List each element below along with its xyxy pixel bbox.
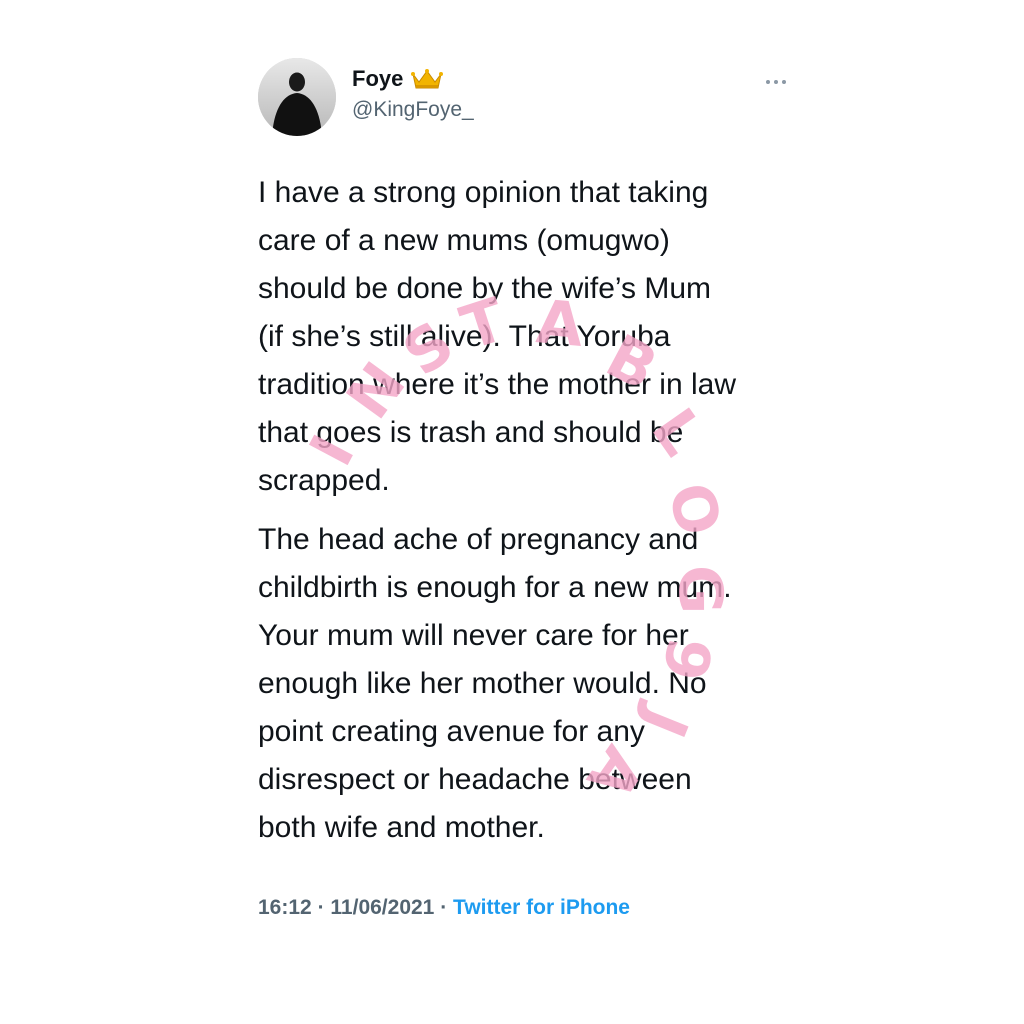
more-horizontal-icon[interactable] (764, 74, 788, 84)
display-name[interactable]: Foye (352, 66, 444, 92)
tweet-meta: 16:12 · 11/06/2021 · Twitter for iPhone (258, 896, 630, 920)
tweet-date[interactable]: 11/06/2021 (330, 896, 434, 919)
tweet-text-paragraph-2: The head ache of pregnancy and childbirt… (258, 523, 732, 844)
user-handle[interactable]: @KingFoye_ (352, 98, 474, 122)
meta-separator: · (317, 896, 325, 919)
avatar[interactable] (258, 58, 336, 136)
avatar-image (258, 58, 336, 136)
tweet-source-link[interactable]: Twitter for iPhone (453, 896, 630, 919)
meta-separator: · (440, 896, 448, 919)
tweet-text-paragraph-1: I have a strong opinion that taking care… (258, 176, 737, 497)
tweet-card[interactable]: Foye @KingFoye_ I have a strong opinion … (238, 44, 798, 934)
tweet-time[interactable]: 16:12 (258, 896, 312, 919)
crown-icon (411, 68, 444, 90)
display-name-text: Foye (352, 66, 404, 91)
